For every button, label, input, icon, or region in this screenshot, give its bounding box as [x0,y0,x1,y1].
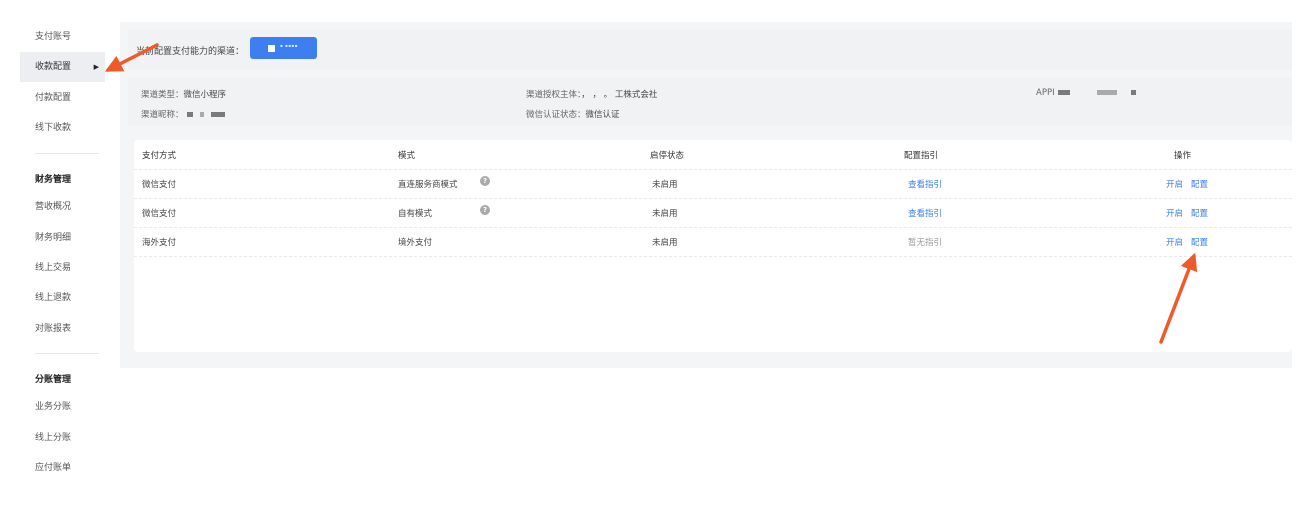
row-mode: 自有模式 [398,209,433,219]
enable-button[interactable]: 开启 [1166,180,1183,190]
enable-button[interactable]: 开启 [1166,209,1183,219]
enable-button[interactable]: 开启 [1166,238,1183,248]
header-status: 启停状态 [650,151,685,161]
question-help-icon[interactable]: ? [480,176,490,186]
sidebar-item-finance-detail[interactable]: 财务明细 [20,223,105,253]
sidebar-item-label: 业务分账 [35,402,72,412]
channel-nickname-label: 渠道昵称： [141,110,184,120]
sidebar-item-label: 对账报表 [35,324,72,334]
sidebar-group-split: 分账管理 [35,375,72,385]
channel-logo-icon [268,45,275,52]
sidebar-group-finance: 财务管理 [35,175,72,185]
row-method: 微信支付 [142,180,177,190]
channel-info-box: 渠道类型：微信小程序 渠道授权主体：， ， 。 工株式会社 APPI 渠道昵称：… [128,78,1292,126]
sidebar-item-business-split[interactable]: 业务分账 [20,392,105,422]
sidebar-item-label: 财务明细 [35,233,72,243]
sidebar-item-label: 付款配置 [35,93,72,103]
table-row: 海外支付 境外支付 未启用 暂无指引 开启 配置 [134,227,1292,257]
header-guide: 配置指引 [904,151,939,161]
sidebar-item-payable-bill[interactable]: 应付账单 [20,453,105,483]
row-status: 未启用 [652,238,678,248]
sidebar-item-label: 收款配置 [35,62,72,72]
row-status: 未启用 [652,180,678,190]
channel-nickname: 渠道昵称： [141,108,225,120]
row-status: 未启用 [652,209,678,219]
redacted-block [1057,90,1070,95]
redacted-block [210,112,225,117]
row-method: 海外支付 [142,238,177,248]
sidebar-divider [35,353,99,354]
sidebar-item-label: 营收概况 [35,202,72,212]
sidebar-item-online-refund[interactable]: 线上退款 [20,283,105,313]
config-button[interactable]: 配置 [1191,209,1208,219]
channel-type: 渠道类型：微信小程序 [141,88,226,100]
sidebar-item-payout-config[interactable]: 付款配置 [20,83,105,113]
sidebar-item-reconciliation-report[interactable]: 对账报表 [20,314,105,344]
channel-subject-label: 渠道授权主体： [526,90,582,100]
main-panel: 当前配置支付能力的渠道： ▪ ▪▪▪▪ 渠道类型：微信小程序 渠道授权主体：， … [120,22,1292,368]
sidebar-item-online-trade[interactable]: 线上交易 [20,253,105,283]
header-ops: 操作 [1174,151,1192,161]
sidebar-item-payment-account[interactable]: 支付账号 [20,22,105,52]
sidebar-item-label: 线上交易 [35,263,72,273]
no-guide-text: 暂无指引 [908,238,943,248]
sidebar-divider [35,153,99,154]
row-method: 微信支付 [142,209,177,219]
channel-chip-text: ▪ ▪▪▪▪ [280,43,298,48]
row-ops: 开启 配置 [1166,236,1216,248]
payment-method-table: 支付方式 模式 启停状态 配置指引 操作 微信支付 直连服务商模式 ? 未启用 … [134,140,1292,352]
channel-subject-value: ， ， 。 工株式会社 [581,90,658,100]
question-help-icon[interactable]: ? [480,205,490,215]
channel-appid: APPI [1036,88,1136,98]
sidebar: 支付账号 收款配置 ▶ 付款配置 线下收款 财务管理 营收概况 财务明细 线上交易… [20,22,120,502]
config-button[interactable]: 配置 [1191,238,1208,248]
caret-right-icon: ▶ [93,63,99,71]
channel-bar: 当前配置支付能力的渠道： ▪ ▪▪▪▪ [128,30,1292,70]
table-row: 微信支付 自有模式 ? 未启用 查看指引 开启 配置 [134,198,1292,228]
row-mode: 直连服务商模式 [398,180,458,190]
redacted-block [186,112,193,117]
channel-type-label: 渠道类型： [141,90,184,100]
view-guide-link[interactable]: 查看指引 [908,207,942,219]
channel-subject: 渠道授权主体：， ， 。 工株式会社 [526,88,657,100]
redacted-block [1130,90,1136,95]
channel-appid-label: APPI [1036,88,1055,98]
row-mode: 境外支付 [398,238,433,248]
row-ops: 开启 配置 [1166,178,1216,190]
header-mode: 模式 [398,151,416,161]
sidebar-item-online-split[interactable]: 线上分账 [20,423,105,453]
table-row: 微信支付 直连服务商模式 ? 未启用 查看指引 开启 配置 [134,169,1292,199]
sidebar-item-collection-config[interactable]: 收款配置 ▶ [20,52,105,82]
wechat-auth-value: 微信认证 [585,110,620,120]
sidebar-item-offline-collection[interactable]: 线下收款 [20,113,105,143]
sidebar-item-label: 线上分账 [35,433,72,443]
channel-label: 当前配置支付能力的渠道： [136,47,245,57]
sidebar-item-label: 线下收款 [35,123,72,133]
sidebar-item-label: 应付账单 [35,463,72,473]
view-guide-link[interactable]: 查看指引 [908,178,942,190]
sidebar-item-revenue-overview[interactable]: 营收概况 [20,192,105,222]
config-button[interactable]: 配置 [1191,180,1208,190]
redacted-block [199,112,204,117]
sidebar-item-label: 线上退款 [35,293,72,303]
row-ops: 开启 配置 [1166,207,1216,219]
wechat-auth-status: 微信认证状态：微信认证 [526,108,620,120]
channel-select-button[interactable]: ▪ ▪▪▪▪ [250,37,317,59]
header-method: 支付方式 [142,151,177,161]
redacted-block [1096,90,1117,95]
sidebar-item-label: 支付账号 [35,32,72,42]
channel-type-value: 微信小程序 [183,90,227,100]
wechat-auth-label: 微信认证状态： [526,110,586,120]
table-header-row: 支付方式 模式 启停状态 配置指引 操作 [134,140,1292,170]
